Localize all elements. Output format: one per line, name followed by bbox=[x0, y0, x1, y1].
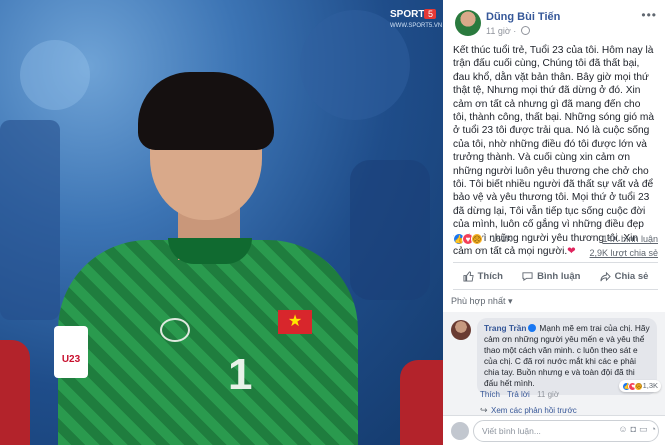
thumbs-up-icon bbox=[463, 270, 474, 282]
post-body: Kết thúc tuổi trẻ, Tuổi 23 của tôi. Hôm … bbox=[453, 45, 655, 258]
comment-sort-dropdown[interactable]: Phù hợp nhất ▾ bbox=[451, 296, 512, 307]
vietnam-flag-icon: ★ bbox=[278, 310, 312, 334]
gif-icon[interactable]: ▭ bbox=[639, 424, 651, 434]
like-button[interactable]: Thích bbox=[463, 271, 503, 282]
camera-icon[interactable]: ◘ bbox=[631, 424, 639, 434]
share-icon bbox=[600, 271, 611, 281]
watermark-brand-num: 5 bbox=[424, 9, 437, 19]
comment-time[interactable]: 11 giờ bbox=[537, 390, 559, 399]
post-photo[interactable]: ★ U23 1 SPORT 5 WWW.SPORT5.VN bbox=[0, 0, 443, 445]
sad-reaction-icon: ☹ bbox=[471, 233, 483, 245]
reaction-icons[interactable]: 👍 ♥ ☹ bbox=[453, 233, 483, 245]
current-user-avatar bbox=[451, 422, 469, 440]
u23-badge: U23 bbox=[54, 326, 88, 378]
post-stats: 👍 ♥ ☹ 161K 14K bình luận 2,9K lượt chia sẻ bbox=[453, 232, 658, 258]
player-jersey bbox=[58, 240, 358, 445]
background-bokeh bbox=[0, 120, 60, 320]
watermark-brand: SPORT bbox=[390, 9, 425, 20]
comment-composer: Viết bình luận... ☺◘▭◔ bbox=[443, 415, 665, 445]
kit-logo-icon bbox=[160, 318, 190, 342]
shares-count[interactable]: 2,9K lượt chia sẻ bbox=[590, 248, 658, 258]
sticker-icon[interactable]: ◔ bbox=[651, 424, 659, 434]
post-time: 11 giờ bbox=[486, 26, 511, 36]
comment-reply-button[interactable]: Trả lời bbox=[507, 390, 530, 399]
player-hair bbox=[138, 72, 274, 150]
post-header: Dũng Bùi Tiến 11 giờ · ••• bbox=[443, 0, 665, 42]
globe-icon bbox=[520, 26, 530, 35]
comment-reactions[interactable]: 👍♥☹ 1,3K bbox=[619, 380, 661, 392]
comment-reactions-count: 1,3K bbox=[642, 381, 658, 390]
view-previous-replies-link[interactable]: Xem các phản hồi trước bbox=[491, 406, 577, 415]
verified-icon bbox=[528, 324, 537, 332]
emoji-icon[interactable]: ☺ bbox=[618, 424, 630, 434]
author-avatar[interactable] bbox=[455, 10, 481, 36]
watermark-site: WWW.SPORT5.VN bbox=[390, 23, 443, 29]
like-label: Thích bbox=[477, 270, 503, 282]
post-panel: Dũng Bùi Tiến 11 giờ · ••• Kết thúc tuổi… bbox=[443, 0, 665, 445]
comment-like-button[interactable]: Thích bbox=[480, 390, 500, 399]
commenter-name[interactable]: Trang Trần bbox=[484, 323, 526, 333]
background-bokeh bbox=[20, 40, 90, 110]
more-options-icon[interactable]: ••• bbox=[641, 8, 657, 22]
comments-count[interactable]: 14K bình luận bbox=[602, 234, 658, 244]
teammate-shoulder-right bbox=[400, 360, 443, 445]
comment-label: Bình luận bbox=[537, 270, 581, 282]
author-name[interactable]: Dũng Bùi Tiến bbox=[486, 11, 560, 23]
post-timestamp[interactable]: 11 giờ · bbox=[486, 26, 530, 36]
jersey-collar bbox=[168, 238, 252, 264]
comment-icon bbox=[522, 271, 533, 281]
share-label: Chia sẻ bbox=[614, 270, 649, 282]
comment-button[interactable]: Bình luận bbox=[522, 271, 580, 282]
composer-icons: ☺◘▭◔ bbox=[618, 424, 659, 435]
post-text: Kết thúc tuổi trẻ, Tuổi 23 của tôi. Hôm … bbox=[443, 42, 665, 259]
shirt-number: 1 bbox=[228, 350, 253, 399]
comment-actions: Thích Trả lời 11 giờ bbox=[480, 390, 564, 399]
background-bokeh bbox=[350, 160, 430, 300]
share-button[interactable]: Chia sẻ bbox=[600, 270, 649, 282]
post-actions: Thích Bình luận Chia sẻ bbox=[453, 262, 658, 290]
commenter-avatar[interactable] bbox=[451, 320, 471, 340]
sport5-watermark: SPORT 5 WWW.SPORT5.VN bbox=[390, 4, 443, 29]
teammate-shoulder-left bbox=[0, 340, 30, 445]
reactions-count[interactable]: 161K bbox=[491, 234, 512, 244]
